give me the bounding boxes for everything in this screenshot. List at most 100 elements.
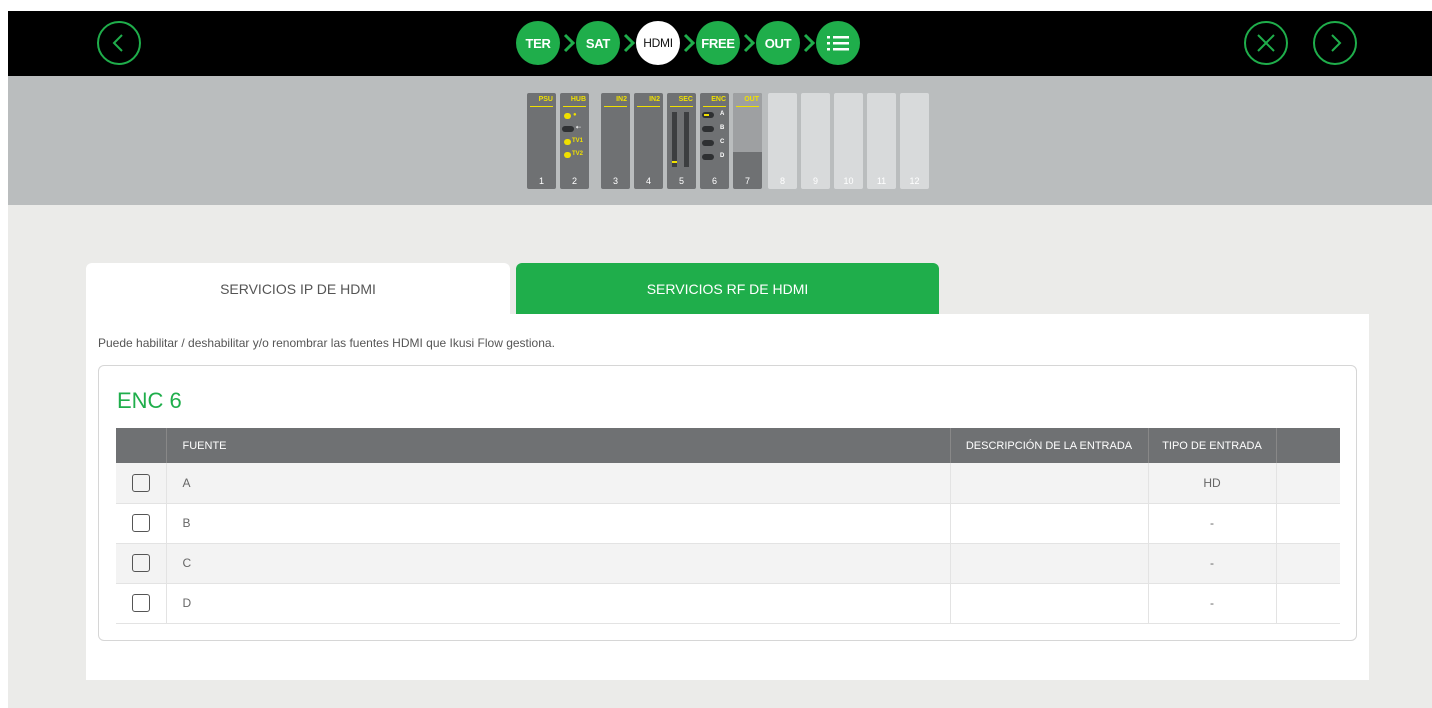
slot-number: 6 [711,176,717,186]
close-button[interactable] [1244,21,1288,65]
header-source: FUENTE [166,428,951,463]
divider [604,106,627,107]
source-checkbox[interactable] [131,594,150,612]
type-cell: - [1148,543,1277,584]
source-cell: D [166,583,951,624]
extra-cell [1276,463,1340,504]
level-bar [672,112,677,167]
step-free[interactable]: FREE [696,21,740,65]
arrow-right-icon [743,33,755,53]
slot-number: 9 [812,176,818,186]
rack-slot-5[interactable]: SEC 5 [667,93,696,189]
table-row: C - [116,543,1340,584]
type-cell: HD [1148,463,1277,504]
source-cell: A [166,463,951,504]
source-cell: B [166,503,951,544]
source-checkbox[interactable] [131,554,150,572]
type-cell: - [1148,583,1277,624]
slot-number: 1 [538,176,544,186]
rack-slot-12[interactable]: 12 [900,93,929,189]
rack-slot-4[interactable]: IN2 4 [634,93,663,189]
slot-label: ENC [711,96,726,103]
led-indicator [704,114,709,116]
type-cell: - [1148,503,1277,544]
slot-number: 12 [909,176,920,186]
slot-number: 5 [678,176,684,186]
step-out[interactable]: OUT [756,21,800,65]
slot-number: 4 [645,176,651,186]
top-bar: TER SAT HDMI FREE OUT [8,11,1432,76]
led-indicator [564,152,571,158]
slot-led-label: TV1 [572,138,584,144]
rack-slot-2[interactable]: HUB ● ⇠ TV1 TV2 2 [560,93,589,189]
header-type: TIPO DE ENTRADA [1148,428,1277,463]
row-check-cell [116,543,167,584]
led-indicator [702,126,714,132]
divider [563,106,586,107]
level-bar [684,112,689,167]
divider [703,106,726,107]
step-summary[interactable] [816,21,860,65]
header-check [116,428,167,463]
rack-slot-7[interactable]: OUT 7 [733,93,762,189]
rack-slot-6[interactable]: ENC A B C D 6 [700,93,729,189]
divider [530,106,553,107]
slot-label: HUB [570,96,586,103]
slot-label: PSU [538,96,553,103]
slot-number: 11 [876,176,887,186]
tab-rf-services[interactable]: SERVICIOS RF DE HDMI [516,263,939,315]
slot-led-label: A [720,111,725,117]
extra-cell [1276,503,1340,544]
description-cell[interactable] [950,463,1149,504]
tab-ip-services[interactable]: SERVICIOS IP DE HDMI [86,263,510,315]
led-indicator [564,139,571,145]
encoder-title: ENC 6 [117,388,182,413]
rack-slot-3[interactable]: IN2 3 [601,93,630,189]
tab-panel: Puede habilitar / deshabilitar y/o renom… [86,314,1369,680]
network-icon: ● [573,112,577,118]
source-checkbox[interactable] [131,473,150,492]
rack-slot-9[interactable]: 9 [801,93,830,189]
source-checkbox[interactable] [131,514,150,532]
step-hdmi[interactable]: HDMI [636,21,680,65]
slot-led-label: D [720,153,725,159]
led-indicator [672,161,677,163]
encoder-card: ENC 6 FUENTE DESCRIPCIÓN DE LA ENTRADA T… [98,365,1357,641]
sources-table: FUENTE DESCRIPCIÓN DE LA ENTRADA TIPO DE… [116,428,1340,624]
row-check-cell [116,503,167,544]
arrow-right-icon [683,33,695,53]
rack-slot-11[interactable]: 11 [867,93,896,189]
next-button[interactable] [1313,21,1357,65]
slot-number: 2 [571,176,577,186]
rack-slot-10[interactable]: 10 [834,93,863,189]
rack-slot-8[interactable]: 8 [768,93,797,189]
back-button[interactable] [97,21,141,65]
close-icon [1257,34,1275,52]
table-row: B - [116,503,1340,544]
led-indicator [702,140,714,146]
divider [736,106,759,107]
header-extra [1276,428,1340,463]
slot-label: IN2 [649,96,660,103]
description-cell[interactable] [950,503,1149,544]
slot-led-label: C [720,139,725,145]
header-description: DESCRIPCIÓN DE LA ENTRADA [950,428,1149,463]
step-ter[interactable]: TER [516,21,560,65]
description-cell[interactable] [950,583,1149,624]
row-check-cell [116,463,167,504]
description-cell[interactable] [950,543,1149,584]
table-row: A HD [116,463,1340,504]
led-indicator [702,154,714,160]
rack-slot-1[interactable]: PSU 1 [527,93,556,189]
usb-icon: ⇠ [576,125,582,131]
table-header-row: FUENTE DESCRIPCIÓN DE LA ENTRADA TIPO DE… [116,428,1340,463]
arrow-right-icon [563,33,575,53]
led-indicator [564,113,571,119]
chevron-right-icon [1331,34,1342,52]
slot-led-label: B [720,125,725,131]
divider [637,106,660,107]
source-cell: C [166,543,951,584]
slot-label: OUT [744,96,759,103]
step-sat[interactable]: SAT [576,21,620,65]
slot-label: SEC [678,96,693,103]
